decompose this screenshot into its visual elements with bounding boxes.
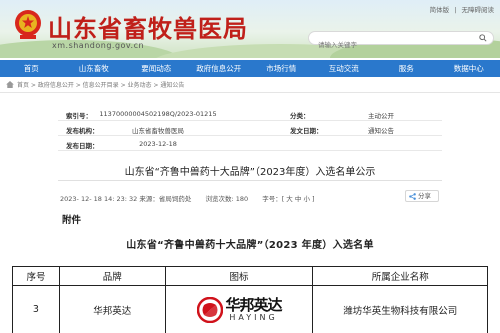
column-header-company: 所属企业名称 bbox=[312, 266, 488, 286]
divider bbox=[0, 92, 500, 93]
search-icon[interactable] bbox=[479, 34, 487, 42]
list-title: 山东省“齐鲁中兽药十大品牌”（2023 年度）入选名单 bbox=[126, 240, 374, 251]
nav-data-center[interactable]: 数据中心 bbox=[438, 60, 500, 77]
nav-market[interactable]: 市场行情 bbox=[250, 60, 313, 77]
cell-index: 3 bbox=[12, 285, 60, 333]
column-header-index: 序号 bbox=[12, 266, 60, 286]
meta-value: 山东省畜牧兽医局 bbox=[132, 127, 184, 135]
nav-home[interactable]: 首页 bbox=[0, 60, 63, 77]
accessibility-link[interactable]: 无障碍阅读 bbox=[462, 6, 495, 14]
font-size-control[interactable]: 字号：[ 大 中 小 ] bbox=[262, 195, 314, 203]
meta-row: 发布机构： 山东省畜牧兽医局 发文日期： 通知公告 bbox=[58, 123, 442, 136]
nav-interaction[interactable]: 互动交流 bbox=[313, 60, 376, 77]
main-nav: 首页 山东畜牧 要闻动态 政府信息公开 市场行情 互动交流 服务 数据中心 bbox=[0, 60, 500, 77]
home-icon bbox=[6, 81, 14, 88]
column-header-logo: 图标 bbox=[164, 266, 314, 286]
table-header-row: 序号 品牌 图标 所属企业名称 bbox=[12, 266, 488, 286]
article-info: 2023- 12- 18 14: 23: 32 来源：省局饲药处 浏览次数: 1… bbox=[60, 193, 327, 203]
site-title[interactable]: 山东省畜牧兽医局 bbox=[48, 9, 248, 44]
site-domain: xm.shandong.gov.cn bbox=[52, 41, 145, 50]
cell-logo: 华邦英达 HAYING bbox=[164, 285, 314, 333]
share-label: 分享 bbox=[418, 192, 431, 200]
breadcrumb-text[interactable]: 首页 > 政府信息公开 > 信息公开目录 > 业务动态 > 通知公告 bbox=[17, 80, 184, 89]
top-links: 简体版 | 无障碍阅读 bbox=[427, 4, 494, 14]
attachment-heading: 附件 bbox=[62, 215, 82, 226]
article-date-source: 2023- 12- 18 14: 23: 32 来源：省局饲药处 bbox=[60, 195, 192, 203]
column-header-brand: 品牌 bbox=[58, 266, 166, 286]
nav-news[interactable]: 要闻动态 bbox=[125, 60, 188, 77]
search-box bbox=[308, 31, 494, 51]
link-divider: | bbox=[454, 6, 457, 14]
brand-logo: 华邦英达 HAYING bbox=[166, 296, 313, 323]
nav-gov-info[interactable]: 政府信息公开 bbox=[188, 60, 251, 77]
meta-value: 2023-12-18 bbox=[139, 140, 177, 148]
haying-logo-icon bbox=[196, 296, 223, 323]
logo-english: HAYING bbox=[229, 313, 278, 322]
meta-value: 11370000004502198Q/2023-01215 bbox=[99, 110, 217, 118]
meta-row: 索引号： 11370000004502198Q/2023-01215 分类： 主… bbox=[58, 108, 442, 121]
national-emblem-icon bbox=[15, 10, 41, 39]
site-header: 山东省畜牧兽医局 xm.shandong.gov.cn 简体版 | 无障碍阅读 bbox=[0, 0, 500, 58]
meta-row: 发布日期： 2023-12-18 bbox=[58, 138, 442, 151]
meta-value: 通知公告 bbox=[368, 127, 394, 135]
simplified-link[interactable]: 简体版 bbox=[430, 6, 450, 14]
meta-label: 发文日期： bbox=[290, 127, 323, 135]
brand-table: 序号 品牌 图标 所属企业名称 3 华邦英达 华邦英达 HAYING 潍坊华英生… bbox=[12, 266, 488, 333]
view-count: 浏览次数: 180 bbox=[205, 195, 249, 203]
logo-text: 华邦英达 HAYING bbox=[225, 296, 283, 322]
article-title: 山东省“齐鲁中兽药十大品牌”（2023年度）入选名单公示 bbox=[124, 167, 376, 178]
meta-value: 主动公开 bbox=[368, 112, 394, 120]
share-button[interactable]: 分享 bbox=[405, 190, 439, 202]
divider bbox=[58, 180, 442, 181]
logo-chinese: 华邦英达 bbox=[225, 296, 283, 314]
search-input[interactable] bbox=[318, 39, 468, 51]
cell-company: 潍坊华英生物科技有限公司 bbox=[312, 285, 488, 333]
breadcrumb: 首页 > 政府信息公开 > 信息公开目录 > 业务动态 > 通知公告 bbox=[6, 80, 184, 89]
table-row: 3 华邦英达 华邦英达 HAYING 潍坊华英生物科技有限公司 bbox=[12, 285, 488, 333]
cell-brand: 华邦英达 bbox=[58, 285, 166, 333]
meta-label: 分类： bbox=[290, 112, 310, 120]
nav-service[interactable]: 服务 bbox=[375, 60, 438, 77]
nav-shandong-livestock[interactable]: 山东畜牧 bbox=[63, 60, 126, 77]
share-icon bbox=[409, 193, 416, 200]
